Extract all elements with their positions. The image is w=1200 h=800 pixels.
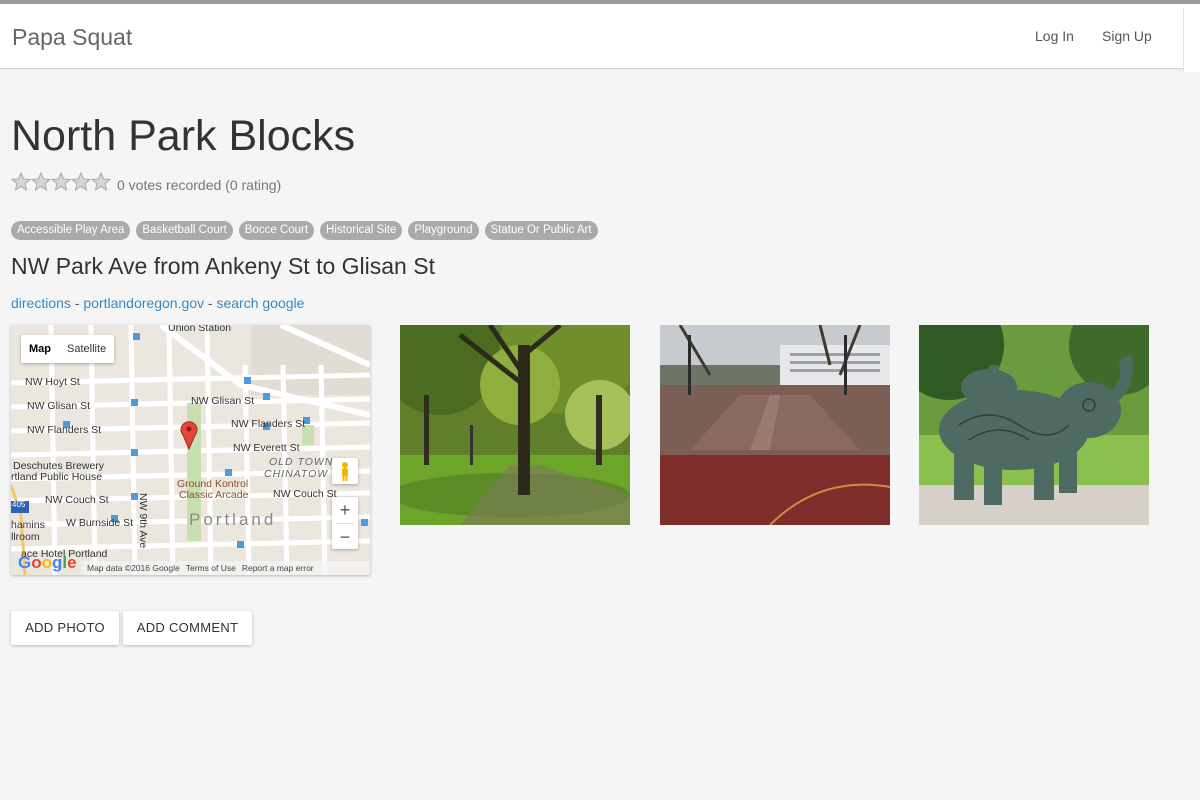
navbar: Papa Squat Log In Sign Up [0,4,1200,72]
map-label: NW Couch St [45,494,109,506]
map-type-map-button[interactable]: Map [21,335,59,363]
amenity-tags: Accessible Play Area Basketball Court Bo… [11,221,604,240]
zoom-control: + − [332,497,358,549]
park-photo-image [660,325,890,525]
star-rating[interactable] [11,172,111,192]
zoom-out-button[interactable]: − [332,524,358,550]
map-attribution: Map data ©2016 Google Terms of Use Repor… [81,561,370,575]
add-photo-button[interactable]: ADD PHOTO [11,611,119,645]
tag-badge[interactable]: Statue Or Public Art [484,221,598,240]
external-links: directions - portlandoregon.gov - search… [11,295,304,311]
map-label: NW 9th Ave [137,493,149,549]
report-map-error-link[interactable]: Report a map error [242,563,314,573]
park-photo-image [400,325,630,525]
map-label: CHINATOW [264,468,329,480]
google-logo-letter: o [31,553,42,572]
map-label: NW Hoyt St [25,376,80,388]
park-photo[interactable] [919,325,1149,525]
terms-of-use-link[interactable]: Terms of Use [186,563,236,573]
tag-badge[interactable]: Basketball Court [136,221,233,240]
park-address: NW Park Ave from Ankeny St to Glisan St [11,253,435,279]
google-map[interactable]: Union Station NW Hoyt St NW Glisan St NW… [11,325,370,575]
search-google-link[interactable]: search google [216,295,304,311]
park-photo[interactable] [400,325,630,525]
map-label: NW Glisan St [27,400,91,412]
link-separator: - [74,295,80,311]
pegman-icon[interactable] [332,458,358,484]
google-logo-letter: g [52,553,63,572]
star-icon[interactable] [51,172,71,192]
star-icon[interactable] [11,172,31,192]
add-comment-button[interactable]: ADD COMMENT [123,611,252,645]
star-icon[interactable] [31,172,51,192]
brand-logo-text[interactable]: Papa Squat [12,24,132,51]
link-separator: - [207,295,213,311]
map-label: NW Flanders St [27,424,102,436]
google-logo[interactable]: Google [18,553,77,573]
map-label: NW Couch St [273,488,337,500]
map-type-control: Map Satellite [21,335,115,363]
map-label: W Burnside St [66,517,134,529]
portlandoregon-link[interactable]: portlandoregon.gov [83,295,204,311]
park-photo-image [919,325,1149,525]
tag-badge[interactable]: Accessible Play Area [11,221,131,240]
star-icon[interactable] [91,172,111,192]
tag-badge[interactable]: Playground [408,221,479,240]
google-logo-letter: G [18,553,32,572]
login-link[interactable]: Log In [1035,28,1074,44]
tag-badge[interactable]: Bocce Court [238,221,315,240]
map-label: rtland Public House [11,471,103,483]
map-label: Portland [189,510,277,529]
google-logo-letter: e [67,553,77,572]
map-type-satellite-button[interactable]: Satellite [59,335,114,363]
tag-badge[interactable]: Historical Site [320,221,403,240]
rating-summary: 0 votes recorded (0 rating) [117,177,282,193]
map-label: Union Station [168,325,232,334]
map-label: OLD TOWN [269,456,334,468]
directions-link[interactable]: directions [11,295,71,311]
highway-shield-label: 405 [12,500,26,509]
star-icon[interactable] [71,172,91,192]
map-label: NW Glisan St [191,395,255,407]
signup-link[interactable]: Sign Up [1102,28,1152,44]
map-label: NW Flanders St [231,418,306,430]
scrollbar[interactable] [1183,8,1200,72]
google-logo-letter: o [41,553,53,572]
zoom-in-button[interactable]: + [332,497,358,523]
map-label: hamins [11,519,45,531]
map-label: llroom [11,531,40,543]
map-data-credit: Map data ©2016 Google [87,563,180,573]
park-photo[interactable] [660,325,890,525]
page-title: North Park Blocks [11,112,356,160]
map-label: NW Everett St [233,442,300,454]
map-label: Classic Arcade [179,489,249,501]
